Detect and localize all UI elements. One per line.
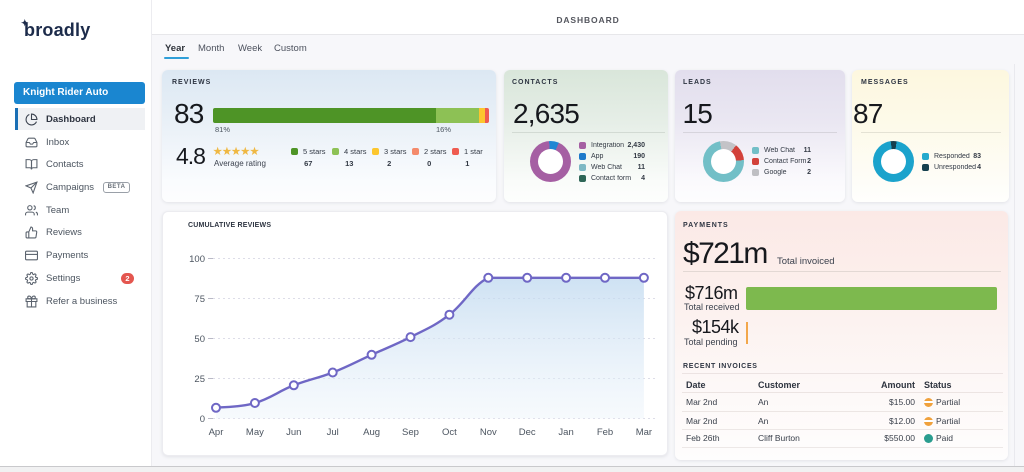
svg-text:Nov: Nov [480, 427, 497, 438]
svg-text:100: 100 [189, 254, 205, 265]
svg-text:75: 75 [194, 294, 205, 305]
svg-text:May: May [246, 427, 264, 438]
svg-text:50: 50 [194, 334, 205, 345]
svg-text:0: 0 [200, 414, 205, 425]
svg-text:Apr: Apr [209, 427, 224, 438]
svg-text:Jan: Jan [558, 427, 573, 438]
svg-text:Jul: Jul [327, 427, 339, 438]
svg-text:25: 25 [194, 374, 205, 385]
svg-text:Dec: Dec [519, 427, 536, 438]
svg-text:Sep: Sep [402, 427, 419, 438]
svg-text:Feb: Feb [597, 427, 613, 438]
svg-text:Mar: Mar [636, 427, 652, 438]
svg-text:Aug: Aug [363, 427, 380, 438]
svg-text:Jun: Jun [286, 427, 301, 438]
svg-text:Oct: Oct [442, 427, 457, 438]
